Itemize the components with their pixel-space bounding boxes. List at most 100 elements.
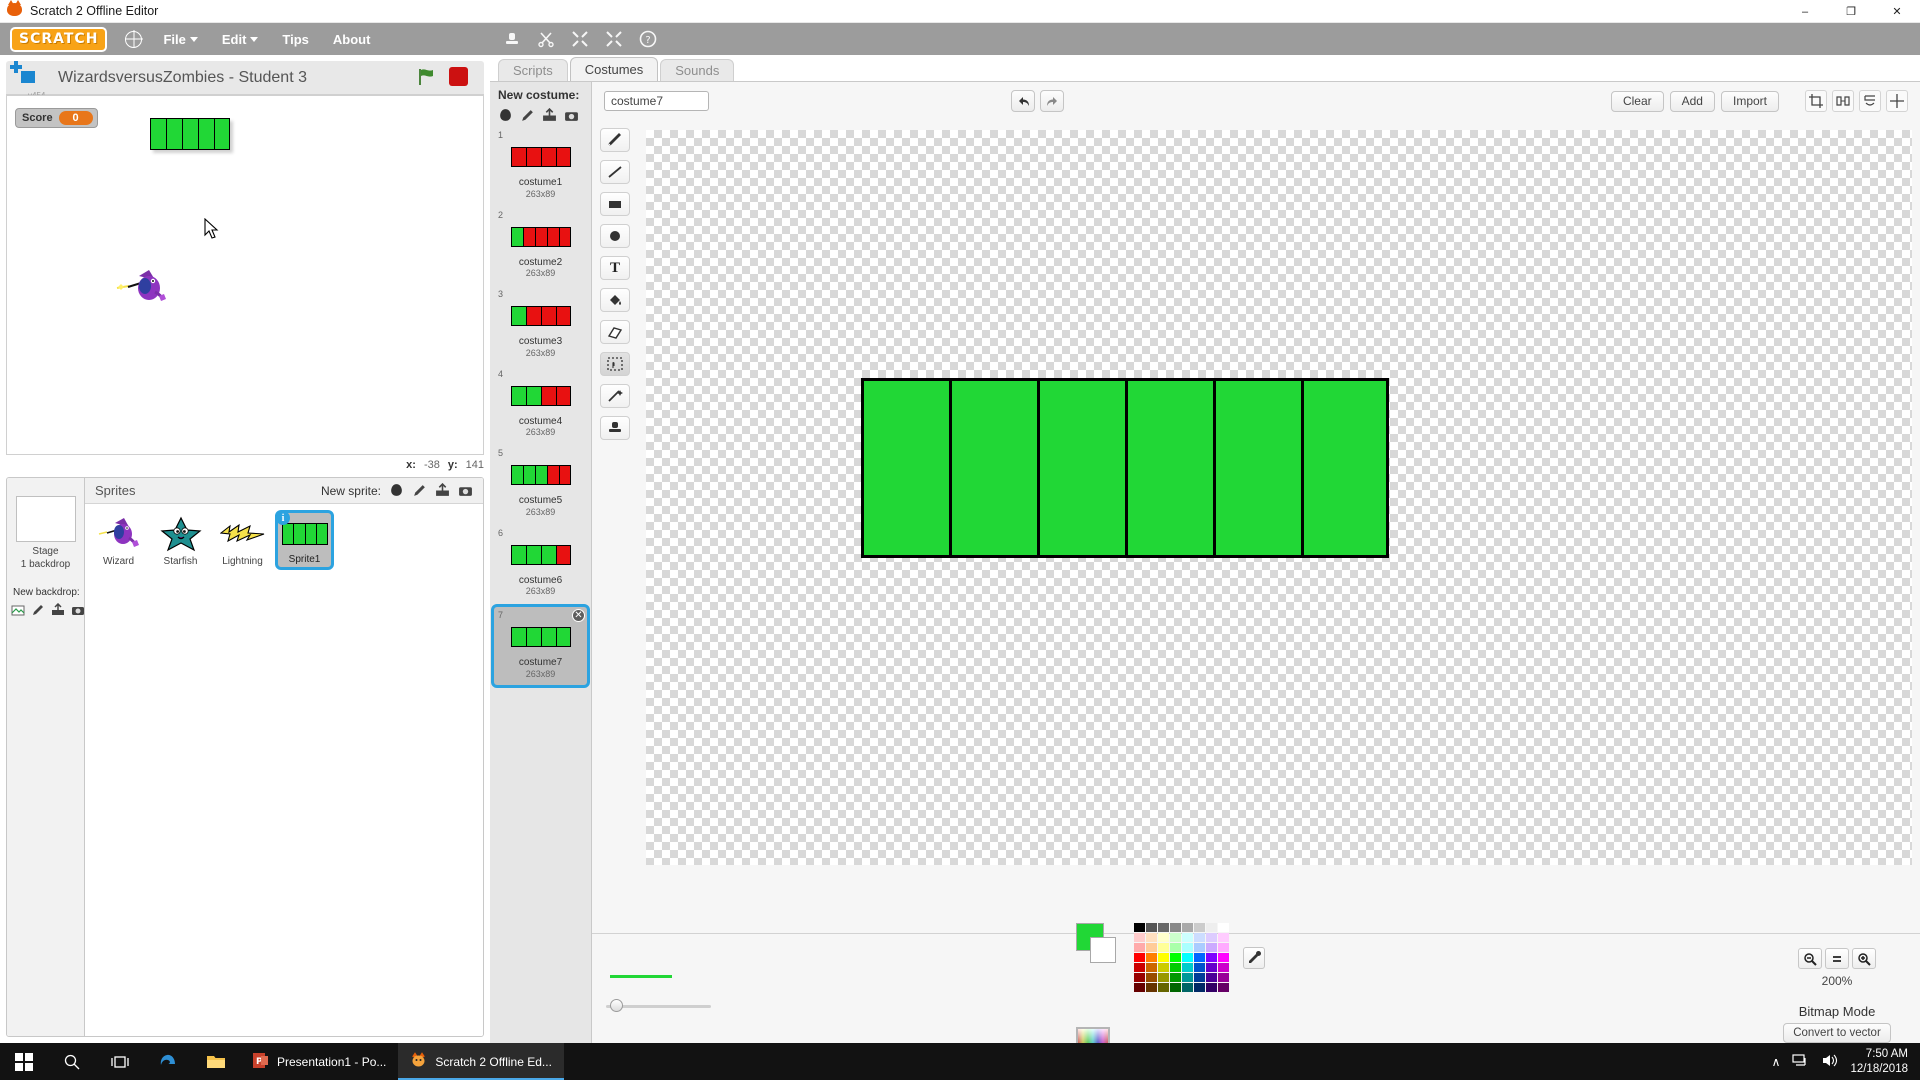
- costume-item-costume1[interactable]: 1 costume1 263x89: [494, 127, 587, 205]
- palette-color-swatch[interactable]: [1206, 972, 1217, 982]
- costume-name-input[interactable]: [604, 91, 709, 111]
- paint-icon[interactable]: [412, 483, 427, 498]
- upload-icon[interactable]: [542, 107, 557, 123]
- stop-sign-icon[interactable]: [449, 67, 468, 86]
- palette-color-swatch[interactable]: [1146, 972, 1157, 982]
- fill-icon[interactable]: [600, 288, 630, 312]
- palette-color-swatch[interactable]: [1206, 942, 1217, 952]
- costume-item-costume5[interactable]: 5 costume5 263x89: [494, 445, 587, 523]
- palette-color-swatch[interactable]: [1182, 952, 1193, 962]
- palette-color-swatch[interactable]: [1134, 942, 1145, 952]
- taskbar-app-scratch[interactable]: Scratch 2 Offline Ed...: [398, 1043, 564, 1080]
- scratch-logo[interactable]: SCRATCH: [10, 26, 108, 52]
- stroke-color-swatch[interactable]: [1090, 936, 1116, 963]
- palette-color-swatch[interactable]: [1182, 942, 1193, 952]
- palette-color-swatch[interactable]: [1146, 962, 1157, 972]
- library-icon[interactable]: [11, 603, 25, 617]
- eraser-icon[interactable]: [600, 320, 630, 344]
- palette-color-swatch[interactable]: [1158, 982, 1169, 992]
- camera-icon[interactable]: [71, 603, 85, 617]
- magic-wand-icon[interactable]: [600, 384, 630, 408]
- ellipse-icon[interactable]: [600, 224, 630, 248]
- palette-color-swatch[interactable]: [1182, 932, 1193, 942]
- stage-sprite-greenbar[interactable]: [150, 118, 230, 150]
- palette-color-swatch[interactable]: [1206, 982, 1217, 992]
- palette-color-swatch[interactable]: [1182, 972, 1193, 982]
- upload-icon[interactable]: [51, 602, 65, 617]
- sprite-card-sprite1[interactable]: i Sprite1: [275, 510, 334, 570]
- palette-color-swatch[interactable]: [1158, 922, 1169, 932]
- line-icon[interactable]: [600, 160, 630, 184]
- set-center-icon[interactable]: [1886, 90, 1908, 112]
- library-icon[interactable]: [498, 108, 513, 123]
- help-icon[interactable]: ?: [639, 30, 657, 48]
- sprite-card-wizard[interactable]: Wizard: [89, 510, 148, 570]
- text-icon[interactable]: T: [600, 256, 630, 280]
- clear-button[interactable]: Clear: [1610, 90, 1664, 112]
- palette-color-swatch[interactable]: [1206, 962, 1217, 972]
- costume-item-costume2[interactable]: 2 costume2 263x89: [494, 207, 587, 285]
- eyedropper-icon[interactable]: [1243, 946, 1265, 969]
- drawn-green-rectangle[interactable]: [861, 378, 1389, 558]
- palette-color-swatch[interactable]: [1146, 932, 1157, 942]
- taskbar-clock[interactable]: 7:50 AM 12/18/2018: [1850, 1047, 1908, 1076]
- stamp-icon[interactable]: [600, 416, 630, 440]
- network-icon[interactable]: [1792, 1053, 1809, 1071]
- convert-to-vector-button[interactable]: Convert to vector: [1783, 1023, 1891, 1043]
- close-button[interactable]: ✕: [1874, 0, 1920, 23]
- palette-color-swatch[interactable]: [1194, 982, 1205, 992]
- shrink-icon[interactable]: [605, 30, 623, 48]
- wizard-sprite[interactable]: [115, 266, 171, 308]
- add-button[interactable]: Add: [1669, 90, 1715, 112]
- tab-scripts[interactable]: Scripts: [498, 59, 568, 81]
- zoom-reset-icon[interactable]: [1825, 948, 1849, 969]
- palette-color-swatch[interactable]: [1194, 952, 1205, 962]
- paint-canvas[interactable]: [646, 130, 1912, 865]
- palette-color-swatch[interactable]: [1170, 922, 1181, 932]
- costume-item-costume7[interactable]: 7 ✕ costume7 263x89: [491, 604, 590, 688]
- costume-item-costume3[interactable]: 3 costume3 263x89: [494, 286, 587, 364]
- task-view-icon[interactable]: [96, 1043, 144, 1080]
- palette-color-swatch[interactable]: [1134, 982, 1145, 992]
- palette-color-swatch[interactable]: [1218, 952, 1229, 962]
- camera-icon[interactable]: [564, 108, 579, 123]
- grow-icon[interactable]: [571, 30, 589, 48]
- palette-color-swatch[interactable]: [1170, 972, 1181, 982]
- palette-color-swatch[interactable]: [1218, 972, 1229, 982]
- zoom-in-icon[interactable]: [1852, 948, 1876, 969]
- palette-color-swatch[interactable]: [1206, 952, 1217, 962]
- palette-color-swatch[interactable]: [1218, 942, 1229, 952]
- palette-color-swatch[interactable]: [1134, 922, 1145, 932]
- minimize-button[interactable]: –: [1782, 0, 1828, 23]
- search-icon[interactable]: [48, 1043, 96, 1080]
- redo-icon[interactable]: [1040, 90, 1064, 112]
- zoom-out-icon[interactable]: [1798, 948, 1822, 969]
- palette-color-swatch[interactable]: [1134, 952, 1145, 962]
- palette-color-swatch[interactable]: [1194, 922, 1205, 932]
- palette-color-swatch[interactable]: [1170, 952, 1181, 962]
- stamp-icon[interactable]: [503, 30, 521, 48]
- palette-color-swatch[interactable]: [1170, 962, 1181, 972]
- palette-color-swatch[interactable]: [1146, 952, 1157, 962]
- palette-color-swatch[interactable]: [1218, 982, 1229, 992]
- slider-knob[interactable]: [610, 998, 623, 1012]
- crop-icon[interactable]: [1805, 90, 1827, 112]
- select-icon[interactable]: [600, 352, 630, 376]
- windows-start-icon[interactable]: [0, 1043, 48, 1080]
- brush-size-slider[interactable]: [606, 998, 711, 1013]
- palette-color-swatch[interactable]: [1146, 982, 1157, 992]
- close-icon[interactable]: ✕: [572, 609, 585, 622]
- palette-color-swatch[interactable]: [1194, 932, 1205, 942]
- palette-color-swatch[interactable]: [1218, 962, 1229, 972]
- brush-icon[interactable]: [600, 128, 630, 152]
- palette-color-swatch[interactable]: [1146, 942, 1157, 952]
- sprite-card-lightning[interactable]: Lightning: [213, 510, 272, 570]
- palette-color-swatch[interactable]: [1170, 942, 1181, 952]
- palette-color-swatch[interactable]: [1134, 972, 1145, 982]
- palette-color-swatch[interactable]: [1206, 922, 1217, 932]
- upload-icon[interactable]: [435, 482, 450, 498]
- palette-color-swatch[interactable]: [1182, 982, 1193, 992]
- volume-icon[interactable]: [1821, 1053, 1838, 1071]
- costume-item-costume4[interactable]: 4 costume4 263x89: [494, 366, 587, 444]
- import-button[interactable]: Import: [1720, 90, 1779, 112]
